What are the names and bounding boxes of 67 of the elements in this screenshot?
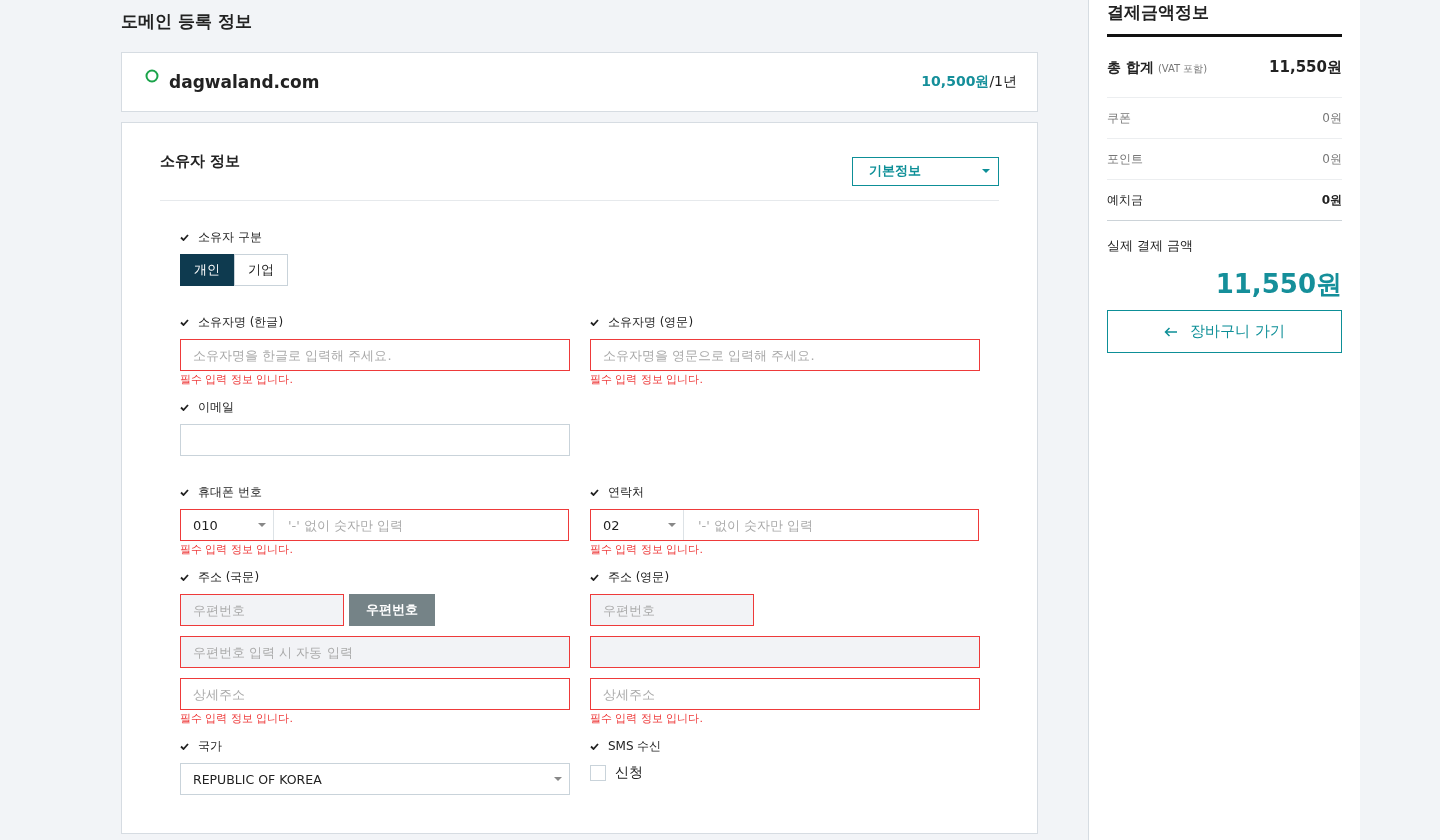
- check-icon: [590, 488, 599, 496]
- field-label: SMS 수신: [608, 737, 662, 755]
- line-label: 예치금: [1107, 191, 1143, 209]
- section-title: 소유자 정보: [160, 152, 241, 171]
- error-message: 필수 입력 정보 입니다.: [180, 543, 293, 556]
- error-message: 필수 입력 정보 입니다.: [590, 712, 703, 725]
- field-label: 소유자 구분: [198, 228, 262, 246]
- error-message: 필수 입력 정보 입니다.: [180, 373, 293, 386]
- preset-select[interactable]: 기본정보: [852, 156, 999, 186]
- zip-field[interactable]: 우편번호: [590, 594, 754, 626]
- field-label: 주소 (국문): [198, 568, 260, 586]
- zip-search-button[interactable]: 우편번호: [349, 594, 435, 626]
- field-label: 국가: [198, 737, 222, 755]
- address-field[interactable]: [590, 636, 980, 668]
- arrow-left-icon: [1164, 326, 1179, 337]
- owner-type-tab[interactable]: 개인: [180, 254, 234, 286]
- final-label: 실제 결제 금액: [1107, 237, 1195, 255]
- caret-icon: [258, 523, 266, 527]
- checkbox[interactable]: [590, 765, 606, 781]
- phone-field[interactable]: 010 '-' 없이 숫자만 입력: [180, 509, 569, 541]
- check-icon: [180, 233, 189, 241]
- check-icon: [180, 742, 189, 750]
- country-select[interactable]: REPUBLIC OF KOREA: [180, 763, 570, 795]
- field-label: 소유자명 (한글): [198, 313, 284, 331]
- status-ring-icon: [145, 69, 159, 83]
- zip-field[interactable]: 우편번호: [180, 594, 344, 626]
- check-icon: [180, 403, 189, 411]
- phone-field[interactable]: 02 '-' 없이 숫자만 입력: [590, 509, 979, 541]
- summary-title: 결제금액정보: [1107, 0, 1342, 37]
- owner-type-tab[interactable]: 기업: [234, 254, 288, 286]
- page-title: 도메인 등록 정보: [121, 10, 253, 33]
- checkbox-label[interactable]: 신청: [615, 764, 643, 782]
- check-icon: [180, 573, 189, 581]
- vat-note: (VAT 포함): [1157, 63, 1208, 74]
- caret-icon: [554, 777, 562, 781]
- line-label: 쿠폰: [1107, 109, 1131, 127]
- total-amount: 11,550원: [1269, 57, 1342, 77]
- line-amount: 0원: [1322, 109, 1342, 127]
- domain-price: 10,500원: [921, 73, 990, 89]
- error-message: 필수 입력 정보 입니다.: [590, 373, 703, 386]
- check-icon: [180, 318, 189, 326]
- line-label: 포인트: [1107, 150, 1143, 168]
- field-label: 주소 (영문): [608, 568, 670, 586]
- address-field[interactable]: 우편번호 입력 시 자동 입력: [180, 636, 570, 668]
- field-label: 휴대폰 번호: [198, 483, 262, 501]
- line-amount: 0원: [1322, 150, 1342, 168]
- total-label: 총 합계: [1107, 59, 1154, 75]
- caret-icon: [668, 523, 676, 527]
- domain-name: dagwaland.com: [169, 72, 320, 92]
- check-icon: [180, 488, 189, 496]
- detail-address-field[interactable]: 상세주소: [180, 678, 570, 710]
- line-amount: 0원: [1321, 191, 1342, 209]
- field-label: 이메일: [198, 398, 234, 416]
- check-icon: [590, 318, 599, 326]
- check-icon: [590, 742, 599, 750]
- cart-button[interactable]: 장바구니 가기: [1107, 310, 1342, 353]
- error-message: 필수 입력 정보 입니다.: [590, 543, 703, 556]
- error-message: 필수 입력 정보 입니다.: [180, 712, 293, 725]
- detail-address-field[interactable]: 상세주소: [590, 678, 980, 710]
- caret-icon: [982, 169, 990, 173]
- price-period: /1년: [989, 73, 1017, 89]
- text-field[interactable]: 소유자명을 영문으로 입력해 주세요.: [590, 339, 980, 371]
- field-label: 소유자명 (영문): [608, 313, 694, 331]
- field-label: 연락처: [608, 483, 644, 501]
- final-amount: 11,550원: [1214, 268, 1342, 301]
- text-field[interactable]: 소유자명을 한글로 입력해 주세요.: [180, 339, 570, 371]
- check-icon: [590, 573, 599, 581]
